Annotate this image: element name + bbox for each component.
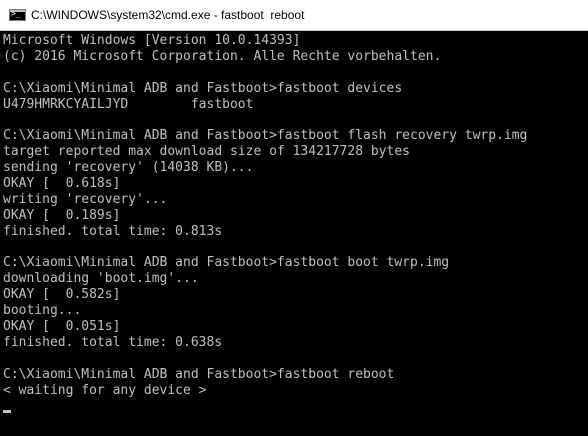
- console-line: Microsoft Windows [Version 10.0.14393]: [3, 33, 301, 48]
- console-cursor-line: [3, 398, 588, 414]
- console-line: writing 'recovery'...: [3, 191, 168, 207]
- console-line: target reported max download size of 134…: [3, 144, 410, 160]
- console-line: C:\Xiaomi\Minimal ADB and Fastboot>fastb…: [3, 80, 403, 96]
- console-line: finished. total time: 0.638s: [3, 334, 223, 350]
- cmd-window: >_ C:\WINDOWS\system32\cmd.exe - fastboo…: [0, 0, 588, 436]
- console-output[interactable]: Microsoft Windows [Version 10.0.14393] (…: [3, 33, 588, 414]
- console-line: U479HMRKCYAILJYD fastboot: [3, 96, 254, 112]
- console-line: OKAY [ 0.051s]: [3, 319, 121, 335]
- cmd-console-icon[interactable]: >_: [9, 9, 26, 21]
- console-line: sending 'recovery' (14038 KB)...: [3, 160, 254, 176]
- console-line: finished. total time: 0.813s: [3, 223, 223, 239]
- console-line: C:\Xiaomi\Minimal ADB and Fastboot>fastb…: [3, 366, 395, 382]
- console-line: (c) 2016 Microsoft Corporation. Alle Rec…: [3, 48, 442, 64]
- console-line: OKAY [ 0.618s]: [3, 176, 121, 192]
- console-line: booting...: [3, 303, 82, 319]
- console-line: C:\Xiaomi\Minimal ADB and Fastboot>fastb…: [3, 255, 450, 271]
- console-line: OKAY [ 0.189s]: [3, 207, 121, 223]
- console-line: downloading 'boot.img'...: [3, 271, 199, 287]
- cmd-icon-prompt-glyph: >_: [11, 9, 21, 18]
- console-line: C:\Xiaomi\Minimal ADB and Fastboot>fastb…: [3, 128, 528, 144]
- console-line: < waiting for any device >: [3, 382, 207, 398]
- text-cursor: [3, 410, 11, 414]
- window-title: C:\WINDOWS\system32\cmd.exe - fastboot r…: [31, 8, 305, 22]
- console-line: OKAY [ 0.582s]: [3, 287, 121, 303]
- title-bar[interactable]: >_ C:\WINDOWS\system32\cmd.exe - fastboo…: [0, 0, 588, 31]
